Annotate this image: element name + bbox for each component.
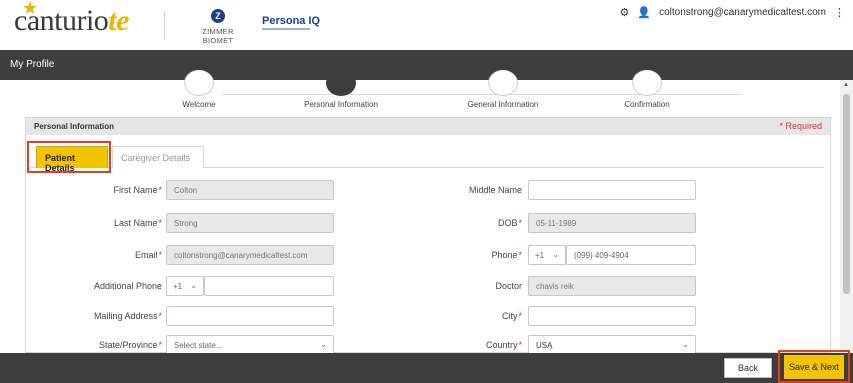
last-name-label: Last Name* <box>113 218 162 228</box>
country-select[interactable]: USA ⌄ <box>528 335 696 355</box>
scrollbar-thumb[interactable] <box>843 94 850 294</box>
user-email[interactable]: coltonstrong@canarymedicaltest.com <box>659 7 826 18</box>
panel-header: Personal Information * Required <box>26 118 830 135</box>
last-name-field[interactable]: Strong <box>166 213 334 233</box>
more-vertical-icon[interactable]: ⋮ <box>834 6 845 19</box>
additional-phone-country-code-select[interactable]: +1 ⌄ <box>166 276 204 296</box>
first-name-label: First Name* <box>113 185 162 195</box>
country-label: Country* <box>485 340 522 350</box>
form-row: Additional Phone +1 ⌄ Doctor chavis reik <box>26 276 832 296</box>
persona-iq-text: IQ <box>308 15 321 27</box>
mailing-address-field[interactable] <box>166 306 334 326</box>
step-personal-information[interactable]: Personal Information <box>276 70 406 109</box>
mailing-address-label: Mailing Address* <box>93 311 162 321</box>
step-circle <box>488 70 518 96</box>
middle-name-label: Middle Name <box>468 185 522 195</box>
logo-suffix: te <box>108 4 129 37</box>
canturio-logo: ★ canturiote <box>14 0 129 38</box>
patient-details-highlight <box>27 141 111 173</box>
step-label: Personal Information <box>304 100 378 109</box>
required-note: * Required <box>779 121 822 131</box>
doctor-label: Doctor <box>495 281 522 291</box>
city-label: City* <box>501 311 522 321</box>
step-confirmation[interactable]: Confirmation <box>582 70 712 109</box>
scroll-up-icon[interactable]: ▲ <box>843 82 849 88</box>
personal-information-panel: Personal Information * Required Patient … <box>25 117 832 355</box>
email-label: Email* <box>134 250 162 260</box>
progress-stepper: Welcome Personal Information General Inf… <box>0 70 840 115</box>
page-title: My Profile <box>10 59 55 70</box>
step-label: Welcome <box>182 100 216 109</box>
form-row: Last Name* Strong DOB* 05-11-1989 <box>26 213 832 233</box>
phone-label: Phone* <box>491 250 522 260</box>
step-circle <box>184 70 214 96</box>
form-row: Email* coltonstrong@canarymedicaltest.co… <box>26 245 832 265</box>
persona-iq-logo: Persona IQ <box>262 15 321 30</box>
gear-icon[interactable]: ⚙ <box>620 6 630 19</box>
middle-name-field[interactable] <box>528 180 696 200</box>
dob-field[interactable]: 05-11-1989 <box>528 213 696 233</box>
step-welcome[interactable]: Welcome <box>134 70 264 109</box>
zimmer-mark-icon: Z <box>211 9 225 23</box>
chevron-down-icon: ⌄ <box>190 281 197 290</box>
dob-label: DOB* <box>497 218 522 228</box>
doctor-field[interactable]: chavis reik <box>528 276 696 296</box>
save-next-highlight <box>778 350 850 383</box>
zimmer-biomet-logo: Z ZIMMER BIOMET <box>188 6 248 45</box>
state-select[interactable]: Select state... ⌄ <box>166 335 334 355</box>
step-label: Confirmation <box>624 100 670 109</box>
persona-text: Persona <box>262 15 306 27</box>
step-circle-active <box>326 70 356 96</box>
panel-title: Personal Information <box>34 122 115 131</box>
back-button[interactable]: Back <box>724 358 772 378</box>
page-title-bar: My Profile <box>0 50 853 80</box>
additional-phone-field[interactable] <box>204 276 334 296</box>
user-area: ⚙ 👤 coltonstrong@canarymedicaltest.com ⋮ <box>620 6 845 19</box>
state-label: State/Province* <box>98 340 162 350</box>
chevron-down-icon: ⌄ <box>320 340 327 349</box>
form-row: Mailing Address* City* <box>26 306 832 326</box>
phone-field[interactable]: (099) 409-4904 <box>566 245 696 265</box>
step-general-information[interactable]: General Information <box>438 70 568 109</box>
logo-star-icon: ★ <box>22 0 38 18</box>
zimmer-text: ZIMMER BIOMET <box>202 27 234 45</box>
step-label: General Information <box>467 100 539 109</box>
city-field[interactable] <box>528 306 696 326</box>
email-field[interactable]: coltonstrong@canarymedicaltest.com <box>166 245 334 265</box>
phone-country-code-select[interactable]: +1 ⌄ <box>528 245 566 265</box>
user-icon: 👤 <box>637 7 652 19</box>
detail-tabs: Patient Details Caregiver Details <box>30 144 824 173</box>
persona-underline <box>262 28 310 30</box>
first-name-field[interactable]: Colton <box>166 180 334 200</box>
step-circle <box>632 70 662 96</box>
chevron-down-icon: ⌄ <box>552 250 559 259</box>
form-row: First Name* Colton Middle Name <box>26 180 832 200</box>
chevron-down-icon: ⌄ <box>682 340 689 349</box>
top-bar: ★ canturiote Z ZIMMER BIOMET Persona IQ … <box>0 0 853 50</box>
header-divider <box>164 12 165 40</box>
additional-phone-label: Additional Phone <box>93 281 162 291</box>
form-row: State/Province* Select state... ⌄ Country… <box>26 335 832 355</box>
tab-caregiver-details[interactable]: Caregiver Details <box>112 146 204 168</box>
page-scrollbar[interactable]: ▲ <box>840 80 853 353</box>
